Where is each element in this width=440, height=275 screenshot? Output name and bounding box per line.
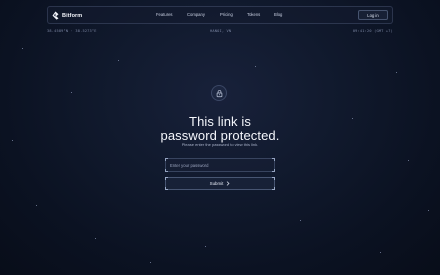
top-nav: Bitform Features Company Pricing Tokens … — [47, 6, 393, 24]
lock-icon — [216, 89, 222, 97]
nav-link-company[interactable]: Company — [187, 12, 205, 17]
corner-mark — [272, 158, 275, 161]
nav-link-tokens[interactable]: Tokens — [247, 12, 260, 17]
page-title-line-2: password protected. — [160, 128, 280, 144]
time-readout: 09:41:20 (GMT +7) — [352, 29, 393, 33]
info-strip: 38.4589°N · 38.5273°E HANOI, VN 09:41:20… — [47, 29, 393, 35]
corner-mark — [272, 169, 275, 172]
page-title: This link is password protected. — [0, 113, 440, 144]
submit-label: Submit — [209, 181, 224, 186]
submit-button[interactable]: Submit — [165, 177, 275, 190]
nav-links: Features Company Pricing Tokens Blog — [48, 12, 392, 19]
coordinates-readout: 38.4589°N · 38.5273°E — [47, 29, 97, 33]
corner-mark — [165, 187, 168, 190]
corner-mark — [165, 158, 168, 161]
corner-mark — [165, 169, 168, 172]
corner-mark — [272, 187, 275, 190]
lock-badge — [211, 85, 227, 101]
corner-mark — [272, 177, 275, 180]
login-button[interactable]: Log in — [358, 10, 388, 20]
password-field — [165, 158, 275, 172]
nav-link-pricing[interactable]: Pricing — [220, 12, 233, 17]
page-title-line-1: This link is — [189, 113, 251, 129]
password-input[interactable] — [166, 159, 274, 171]
corner-mark — [165, 177, 168, 180]
nav-link-blog[interactable]: Blog — [274, 12, 282, 17]
page-subtitle: Please enter the password to view this l… — [181, 142, 259, 147]
nav-link-features[interactable]: Features — [156, 12, 173, 17]
chevron-right-icon — [227, 181, 230, 186]
location-readout: HANOI, VN — [210, 29, 232, 33]
